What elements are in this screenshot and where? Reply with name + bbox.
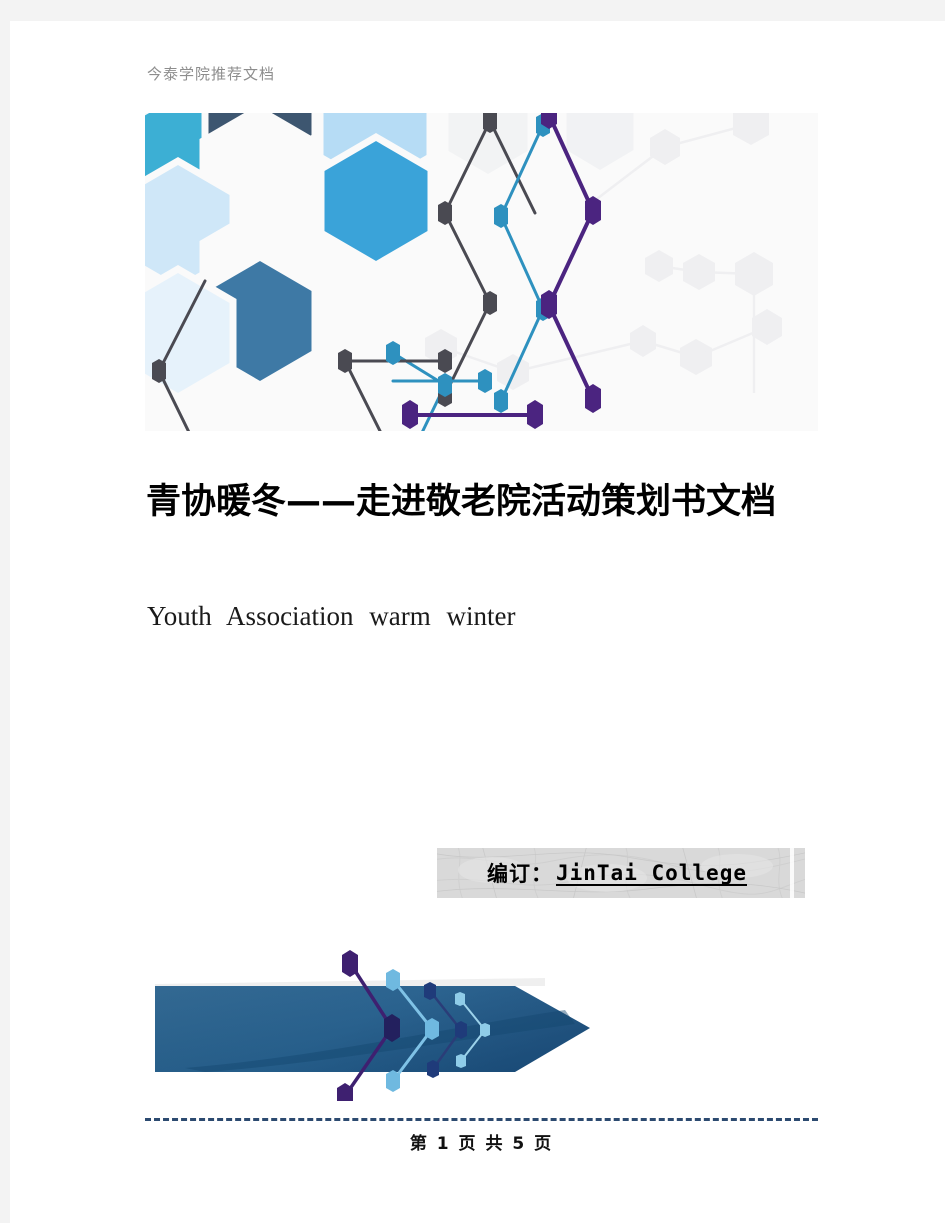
document-page: 今泰学院推荐文档 青协暖冬——走进敬老院活动策划书文档 Youth Associ… bbox=[10, 21, 945, 1223]
footer-divider bbox=[145, 1118, 818, 1121]
footer-page-number: 第 1 页 共 5 页 bbox=[409, 1134, 554, 1154]
hexagon-network-graphic bbox=[145, 113, 818, 431]
signature-institution: JinTai College bbox=[555, 861, 747, 885]
signature-plate: 编订： JinTai College bbox=[437, 848, 805, 898]
signature-text: 编订： JinTai College bbox=[437, 848, 805, 898]
signature-prefix: 编订： bbox=[486, 862, 553, 886]
footer-arrow-image bbox=[145, 906, 818, 1101]
document-running-header: 今泰学院推荐文档 bbox=[147, 65, 276, 83]
blue-arrow-graphic bbox=[145, 906, 818, 1101]
page-subtitle: Youth Association warm winter bbox=[147, 601, 516, 631]
page-title: 青协暖冬——走进敬老院活动策划书文档 bbox=[146, 482, 777, 523]
banner-image bbox=[145, 113, 818, 431]
